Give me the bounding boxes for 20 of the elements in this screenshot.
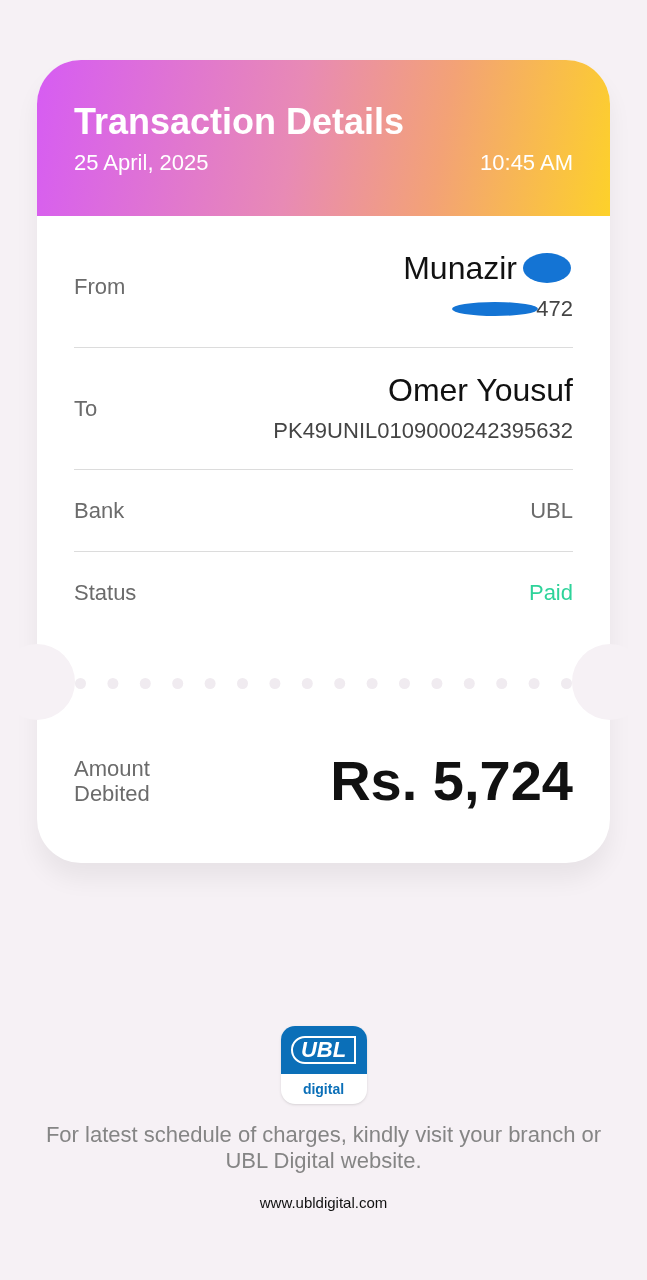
logo-mark: UBL [290,1035,357,1064]
website-link[interactable]: www.ubldigital.com [259,1191,388,1214]
bank-name: UBL [530,497,573,525]
amount-value: Rs. 5,724 [330,748,573,814]
detail-label: From [74,273,126,301]
logo-caption: digital [301,1079,346,1099]
detail-label: To [74,395,98,423]
page-title: Transaction Details [74,100,406,144]
account-number: PK49UNIL0109000242395632 [273,417,573,445]
transaction-time: 10:45 AM [480,149,573,177]
transaction-date: 25 April, 2025 [74,149,209,177]
detail-label: Status [74,579,137,607]
detail-label: Bank [74,497,125,525]
party-name: Omer Yousuf [388,371,573,410]
redaction-mark [521,250,573,286]
charges-note: For latest schedule of charges, kindly visit your branch or UBL Digital website. [44,1121,603,1174]
status-value: Paid [528,579,573,607]
amount-label: Amount Debited [74,756,151,806]
account-number: 472 [536,295,573,323]
party-name: Munazir [403,249,517,288]
